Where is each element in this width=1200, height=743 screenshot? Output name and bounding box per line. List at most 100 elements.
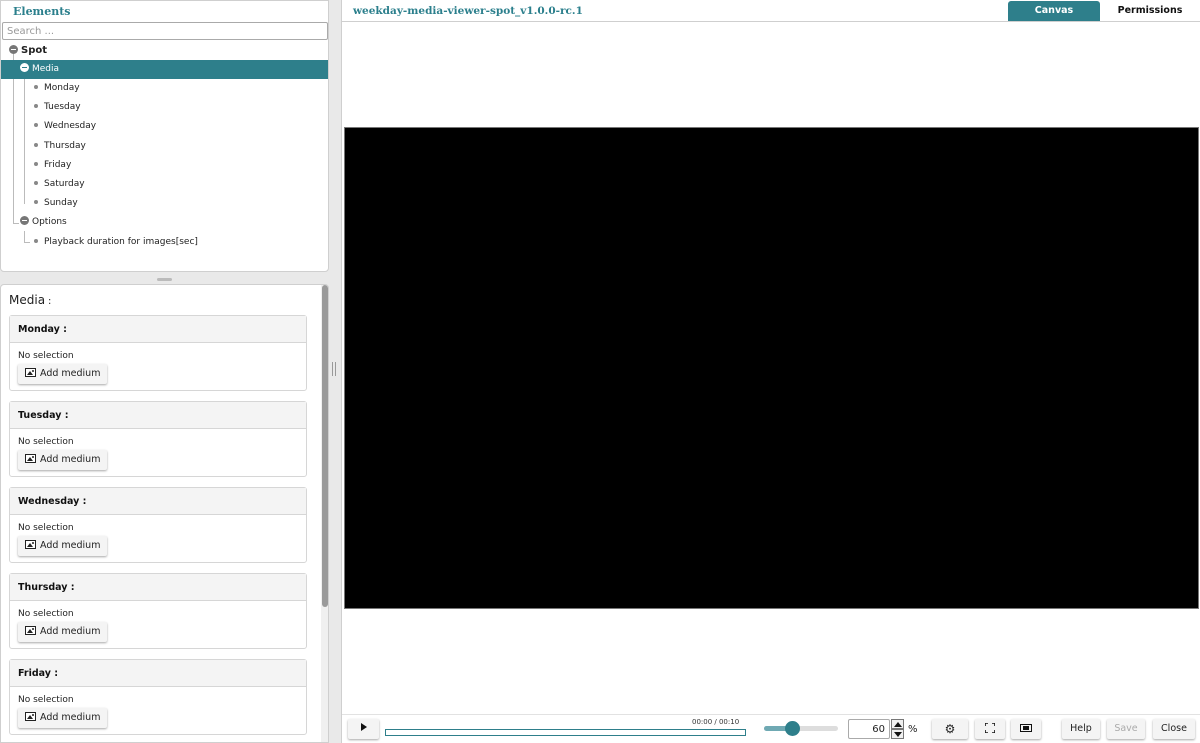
tree-node-label: Saturday	[44, 179, 85, 189]
fullscreen-button[interactable]	[975, 719, 1005, 739]
image-icon	[25, 626, 36, 635]
tree-node-label: Thursday	[44, 141, 86, 151]
fullscreen-icon	[984, 722, 996, 734]
tree-node-day[interactable]: Sunday	[34, 194, 78, 213]
day-section-header: Wednesday :	[10, 488, 306, 515]
collapse-icon[interactable]	[20, 216, 29, 225]
canvas-header: weekday-media-viewer-spot_v1.0.0-rc.1 Ca…	[342, 0, 1200, 22]
tree-node-label: Media	[32, 64, 60, 74]
add-medium-button[interactable]: Add medium	[18, 622, 108, 642]
tree-connector	[13, 223, 19, 224]
tree-node-spot[interactable]: Spot	[9, 41, 47, 60]
gear-icon: ⚙	[944, 722, 956, 736]
fit-screen-icon	[1020, 724, 1032, 732]
image-icon	[25, 712, 36, 721]
tree-node-label: Monday	[44, 83, 80, 93]
tree-node-day[interactable]: Monday	[34, 79, 80, 98]
bullet-icon	[34, 181, 38, 185]
vertical-splitter-handle[interactable]	[332, 362, 336, 376]
play-icon	[360, 723, 367, 731]
day-section: Monday : No selection Add medium	[9, 315, 307, 391]
tree-node-day[interactable]: Wednesday	[34, 117, 96, 136]
tab-canvas[interactable]: Canvas	[1008, 1, 1100, 21]
properties-title-colon: :	[48, 296, 52, 307]
selection-status: No selection	[18, 695, 74, 705]
add-medium-label: Add medium	[40, 368, 101, 379]
add-medium-button[interactable]: Add medium	[18, 450, 108, 470]
tree-node-label: Wednesday	[44, 121, 97, 131]
day-section-header: Friday :	[10, 660, 306, 687]
image-icon	[25, 368, 36, 377]
day-section-header: Tuesday :	[10, 402, 306, 429]
zoom-slider-handle[interactable]	[785, 721, 801, 736]
time-display: 00:00 / 00:10	[692, 718, 740, 726]
tree-node-day[interactable]: Saturday	[34, 175, 85, 194]
day-section: Tuesday : No selection Add medium	[9, 401, 307, 477]
collapse-icon[interactable]	[20, 63, 29, 72]
search-input[interactable]	[2, 22, 328, 40]
bullet-icon	[34, 104, 38, 108]
day-section: Wednesday : No selection Add medium	[9, 487, 307, 563]
tab-permissions[interactable]: Permissions	[1104, 1, 1196, 21]
add-medium-label: Add medium	[40, 712, 101, 723]
zoom-unit: %	[908, 724, 918, 735]
properties-panel: Media: Monday : No selection Add medium …	[0, 284, 329, 743]
tree-node-day[interactable]: Thursday	[34, 137, 86, 156]
project-title: weekday-media-viewer-spot_v1.0.0-rc.1	[353, 5, 583, 17]
zoom-slider[interactable]	[764, 726, 838, 731]
add-medium-button[interactable]: Add medium	[18, 364, 108, 384]
bullet-icon	[34, 85, 38, 89]
playback-progress-bar[interactable]	[385, 729, 746, 736]
tree-node-label: Tuesday	[44, 102, 81, 112]
zoom-increase-button[interactable]	[891, 719, 904, 729]
panel-resize-handle[interactable]	[157, 278, 172, 281]
add-medium-button[interactable]: Add medium	[18, 536, 108, 556]
settings-button[interactable]: ⚙	[932, 719, 968, 739]
add-medium-label: Add medium	[40, 540, 101, 551]
tree-node-option[interactable]: Playback duration for images[sec]	[34, 233, 198, 252]
bullet-icon	[34, 162, 38, 166]
zoom-input[interactable]	[848, 719, 890, 739]
tree-node-label: Options	[32, 217, 67, 227]
collapse-icon[interactable]	[9, 45, 18, 54]
properties-title: Media:	[9, 293, 51, 307]
tree-connector	[24, 242, 30, 243]
tree-node-label: Friday	[44, 160, 72, 170]
tree-node-options[interactable]: Options	[20, 213, 67, 232]
selection-status: No selection	[18, 609, 74, 619]
zoom-decrease-button[interactable]	[891, 729, 904, 739]
image-icon	[25, 540, 36, 549]
day-section-header: Thursday :	[10, 574, 306, 601]
preview-stage[interactable]	[344, 127, 1199, 609]
day-section-header: Monday :	[10, 316, 306, 343]
add-medium-button[interactable]: Add medium	[18, 708, 108, 728]
close-button[interactable]: Close	[1153, 719, 1195, 739]
bullet-icon	[34, 239, 38, 243]
help-button[interactable]: Help	[1062, 719, 1100, 739]
tree-node-label: Playback duration for images[sec]	[44, 237, 198, 247]
playback-toolbar: 00:00 / 00:10 % ⚙ Help Save Close	[342, 714, 1200, 743]
app-root: Elements Spot Media Monday Tuesday Wedne…	[0, 0, 1200, 743]
tree-node-day[interactable]: Friday	[34, 156, 71, 175]
tree-node-media[interactable]: Media	[1, 60, 328, 79]
bullet-icon	[34, 200, 38, 204]
day-section: Friday : No selection Add medium	[9, 659, 307, 735]
properties-title-text: Media	[9, 293, 46, 307]
add-medium-label: Add medium	[40, 626, 101, 637]
properties-scrollbar[interactable]	[321, 285, 328, 742]
tree-node-day[interactable]: Tuesday	[34, 98, 81, 117]
play-button[interactable]	[348, 719, 379, 739]
tree-node-label: Sunday	[44, 198, 78, 208]
day-section: Thursday : No selection Add medium	[9, 573, 307, 649]
fit-to-screen-button[interactable]	[1011, 719, 1041, 739]
tree-connector	[13, 54, 14, 224]
scrollbar-thumb[interactable]	[322, 285, 328, 607]
save-button[interactable]: Save	[1107, 719, 1145, 739]
tree-node-label: Spot	[21, 45, 48, 56]
bullet-icon	[34, 143, 38, 147]
tree-connector	[24, 77, 25, 204]
bullet-icon	[34, 123, 38, 127]
selection-status: No selection	[18, 437, 74, 447]
selection-status: No selection	[18, 523, 74, 533]
elements-tree-panel: Elements Spot Media Monday Tuesday Wedne…	[0, 0, 329, 272]
